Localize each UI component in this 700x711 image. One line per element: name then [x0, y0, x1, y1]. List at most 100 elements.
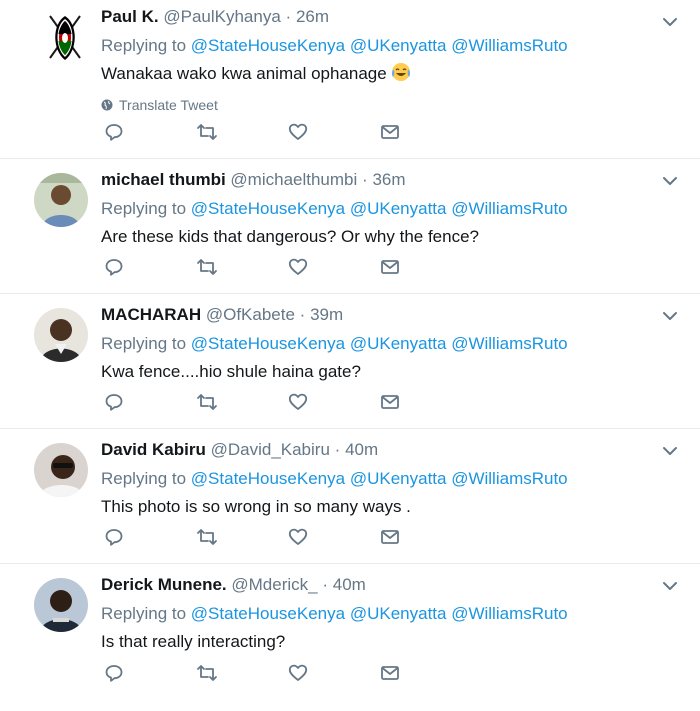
direct-message-icon	[381, 666, 399, 680]
translate-tweet[interactable]: Translate Tweet	[101, 95, 640, 115]
retweet-icon	[197, 529, 217, 545]
retweet-button[interactable]	[196, 122, 288, 142]
tweet-actions	[104, 527, 472, 547]
reply-button[interactable]	[104, 392, 196, 412]
author-handle[interactable]: @PaulKyhanya	[163, 7, 280, 26]
like-icon	[288, 664, 308, 681]
reply-icon	[105, 394, 123, 411]
timestamp[interactable]: 26m	[296, 7, 329, 26]
timestamp[interactable]: 40m	[333, 575, 366, 594]
like-button[interactable]	[288, 392, 380, 412]
mention-link[interactable]: @StateHouseKenya	[191, 469, 345, 488]
mention-link[interactable]: @WilliamsRuto	[451, 36, 567, 55]
tweet[interactable]: michael thumbi @michaelthumbi · 36m Repl…	[0, 159, 700, 294]
avatar[interactable]	[34, 443, 88, 497]
author-handle[interactable]: @Mderick_	[231, 575, 317, 594]
retweet-button[interactable]	[196, 392, 288, 412]
avatar[interactable]	[38, 10, 92, 64]
reply-icon	[105, 529, 123, 546]
author-name[interactable]: David Kabiru	[101, 440, 206, 459]
author-handle[interactable]: @David_Kabiru	[211, 440, 330, 459]
tweet[interactable]: MACHARAH @OfKabete · 39m Replying to @St…	[0, 294, 700, 429]
tweet[interactable]: Derick Munene. @Mderick_ · 40m Replying …	[0, 564, 700, 699]
mention-link[interactable]: @StateHouseKenya	[191, 334, 345, 353]
replying-to: Replying to @StateHouseKenya @UKenyatta …	[101, 465, 640, 493]
mention-link[interactable]: @UKenyatta	[350, 199, 447, 218]
tweet-text: Are these kids that dangerous? Or why th…	[101, 227, 480, 246]
caret-down-icon[interactable]	[662, 310, 678, 322]
direct-message-button[interactable]	[380, 257, 472, 277]
author-name[interactable]: Derick Munene.	[101, 575, 227, 594]
avatar[interactable]	[34, 308, 88, 362]
mention-link[interactable]: @UKenyatta	[350, 604, 447, 623]
reply-icon	[105, 259, 123, 276]
tweet-header: Derick Munene. @Mderick_ · 40m	[101, 572, 640, 598]
retweet-button[interactable]	[196, 663, 288, 683]
timestamp[interactable]: 39m	[310, 305, 343, 324]
like-button[interactable]	[288, 663, 380, 683]
like-button[interactable]	[288, 527, 380, 547]
tweet-header: michael thumbi @michaelthumbi · 36m	[101, 167, 640, 193]
author-handle[interactable]: @OfKabete	[206, 305, 295, 324]
direct-message-button[interactable]	[380, 527, 472, 547]
like-button[interactable]	[288, 122, 380, 142]
like-button[interactable]	[288, 257, 380, 277]
timestamp[interactable]: 36m	[372, 170, 405, 189]
direct-message-button[interactable]	[380, 392, 472, 412]
author-handle[interactable]: @michaelthumbi	[230, 170, 357, 189]
caret-down-icon[interactable]	[662, 16, 678, 28]
replying-to: Replying to @StateHouseKenya @UKenyatta …	[101, 195, 640, 223]
like-icon	[288, 123, 308, 140]
mention-link[interactable]: @UKenyatta	[350, 334, 447, 353]
tweet[interactable]: Paul K. @PaulKyhanya · 26m Replying to @…	[0, 0, 700, 159]
reply-icon	[105, 124, 123, 141]
mention-link[interactable]: @WilliamsRuto	[451, 604, 567, 623]
separator-dot: ·	[362, 170, 368, 189]
replying-to-label: Replying to	[101, 36, 187, 55]
mention-link[interactable]: @UKenyatta	[350, 469, 447, 488]
author-name[interactable]: michael thumbi	[101, 170, 226, 189]
tweet-text: Is that really interacting?	[101, 632, 286, 651]
reply-button[interactable]	[104, 663, 196, 683]
user-photo-icon	[34, 578, 88, 632]
tweet-text: Wanakaa wako kwa animal ophanage	[101, 60, 640, 91]
replying-to-label: Replying to	[101, 199, 187, 218]
reply-button[interactable]	[104, 257, 196, 277]
replying-to-label: Replying to	[101, 334, 187, 353]
avatar[interactable]	[34, 173, 88, 227]
tweet-text: This photo is so wrong in so many ways .	[101, 497, 411, 516]
mention-link[interactable]: @WilliamsRuto	[451, 334, 567, 353]
caret-down-icon[interactable]	[662, 445, 678, 457]
author-name[interactable]: Paul K.	[101, 7, 159, 26]
mention-link[interactable]: @WilliamsRuto	[451, 199, 567, 218]
mention-link[interactable]: @StateHouseKenya	[191, 604, 345, 623]
tweet-header: MACHARAH @OfKabete · 39m	[101, 302, 640, 328]
mention-link[interactable]: @WilliamsRuto	[451, 469, 567, 488]
direct-message-icon	[381, 530, 399, 544]
retweet-button[interactable]	[196, 257, 288, 277]
mention-link[interactable]: @StateHouseKenya	[191, 36, 345, 55]
reply-button[interactable]	[104, 122, 196, 142]
replying-to: Replying to @StateHouseKenya @UKenyatta …	[101, 32, 640, 60]
caret-down-icon[interactable]	[662, 580, 678, 592]
tweet-text: Kwa fence....hio shule haina gate?	[101, 362, 361, 381]
direct-message-button[interactable]	[380, 122, 472, 142]
author-name[interactable]: MACHARAH	[101, 305, 201, 324]
translate-label[interactable]: Translate Tweet	[119, 95, 218, 115]
direct-message-button[interactable]	[380, 663, 472, 683]
mention-link[interactable]: @UKenyatta	[350, 36, 447, 55]
replying-to: Replying to @StateHouseKenya @UKenyatta …	[101, 600, 640, 628]
retweet-button[interactable]	[196, 527, 288, 547]
caret-down-icon[interactable]	[662, 175, 678, 187]
timestamp[interactable]: 40m	[345, 440, 378, 459]
user-photo-icon	[34, 443, 88, 497]
retweet-icon	[197, 124, 217, 140]
reply-button[interactable]	[104, 527, 196, 547]
mention-link[interactable]: @StateHouseKenya	[191, 199, 345, 218]
avatar[interactable]	[34, 578, 88, 632]
tweet[interactable]: David Kabiru @David_Kabiru · 40m Replyin…	[0, 429, 700, 564]
tweet-feed: Paul K. @PaulKyhanya · 26m Replying to @…	[0, 0, 700, 699]
tweet-text-body: Wanakaa wako kwa animal ophanage	[101, 64, 387, 83]
retweet-icon	[197, 394, 217, 410]
direct-message-icon	[381, 395, 399, 409]
